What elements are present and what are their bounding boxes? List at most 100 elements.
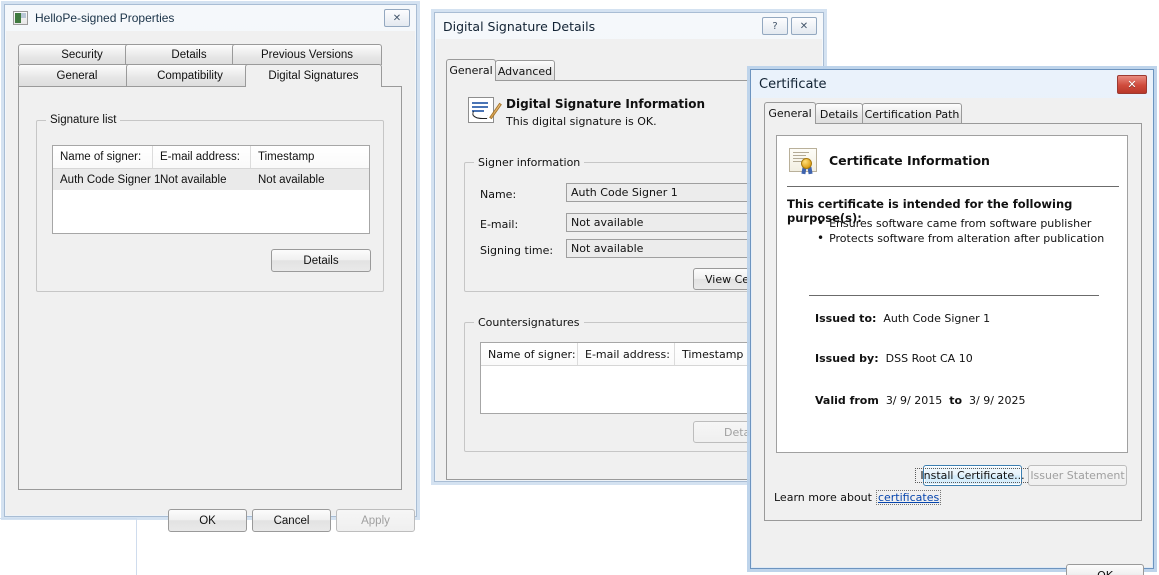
valid-from-label: Valid from xyxy=(815,394,879,407)
signature-list-header: Name of signer: E-mail address: Timestam… xyxy=(53,146,369,169)
button-label: OK xyxy=(1097,569,1113,575)
certificates-link[interactable]: certificates xyxy=(876,490,941,505)
file-properties-icon xyxy=(13,11,28,25)
divider xyxy=(809,295,1099,296)
signing-time-label: Signing time: xyxy=(480,244,553,257)
signing-time-value: Not available xyxy=(571,242,643,255)
tab-label: Previous Versions xyxy=(261,49,353,61)
tab-label: Certification Path xyxy=(865,108,960,121)
tab-general[interactable]: General xyxy=(18,64,136,86)
button-label: OK xyxy=(199,515,216,527)
signature-details-title: Digital Signature Details xyxy=(443,19,595,34)
background-line xyxy=(0,518,136,519)
divider xyxy=(787,186,1119,187)
learn-more-label: Learn more about xyxy=(774,491,872,504)
tab-digital-signatures[interactable]: Digital Signatures xyxy=(245,64,382,87)
issued-by-label: Issued by: xyxy=(815,352,879,365)
close-icon[interactable]: ✕ xyxy=(384,9,410,27)
tab-label: Digital Signatures xyxy=(268,70,358,82)
install-certificate-button[interactable]: Install Certificate... xyxy=(923,465,1022,486)
issued-to-row: Issued to: Auth Code Signer 1 xyxy=(815,312,990,325)
list-item: • Ensures software came from software pu… xyxy=(817,217,1117,230)
signature-list-group-label: Signature list xyxy=(46,114,120,126)
certificate-body: General Details Certification Path xyxy=(752,98,1152,567)
cell-timestamp: Not available xyxy=(251,169,369,190)
tab-label: Details xyxy=(820,108,858,121)
button-label: Cancel xyxy=(274,515,310,527)
bullet-icon: • xyxy=(817,217,824,229)
valid-to-label: to xyxy=(949,394,962,407)
column-header-name[interactable]: Name of signer: xyxy=(53,146,153,168)
screen: HelloPe-signed Properties ✕ Security Det… xyxy=(0,0,1159,575)
issued-to-value: Auth Code Signer 1 xyxy=(883,312,990,325)
tab-certification-path[interactable]: Certification Path xyxy=(862,103,962,124)
learn-more-row: Learn more about certificates xyxy=(774,490,941,505)
certificate-information-label: Certificate Information xyxy=(829,153,990,168)
cell-email: Not available xyxy=(153,169,251,190)
properties-dialog: HelloPe-signed Properties ✕ Security Det… xyxy=(4,4,417,517)
certificate-seal-icon xyxy=(789,148,817,172)
tab-label: General xyxy=(768,107,811,120)
table-row[interactable]: Auth Code Signer 1 Not available Not ava… xyxy=(53,169,369,190)
valid-to-value: 3/ 9/ 2025 xyxy=(969,394,1025,407)
tab-label: Compatibility xyxy=(157,70,223,82)
column-header-name[interactable]: Name of signer: xyxy=(481,343,578,365)
tab-label: Details xyxy=(171,49,206,61)
certificate-tabstrip: General Details Certification Path xyxy=(764,102,1094,124)
signature-details-button[interactable]: Details xyxy=(271,249,371,272)
tab-details[interactable]: Details xyxy=(815,103,863,124)
column-header-email[interactable]: E-mail address: xyxy=(578,343,675,365)
column-header-timestamp[interactable]: Timestamp xyxy=(251,146,369,168)
signature-list[interactable]: Name of signer: E-mail address: Timestam… xyxy=(52,145,370,234)
properties-titlebar: HelloPe-signed Properties ✕ xyxy=(5,5,416,31)
digital-signature-icon xyxy=(468,97,494,123)
background-line xyxy=(136,518,137,575)
button-label: Issuer Statement xyxy=(1030,469,1124,482)
purpose-text: Ensures software came from software publ… xyxy=(829,217,1091,230)
cell-name: Auth Code Signer 1 xyxy=(53,169,153,190)
column-header-email[interactable]: E-mail address: xyxy=(153,146,251,168)
certificate-dialog: Certificate ✕ General Details Certificat… xyxy=(750,69,1154,569)
tab-general[interactable]: General xyxy=(446,59,496,81)
cancel-button[interactable]: Cancel xyxy=(252,509,331,532)
ok-button[interactable]: OK xyxy=(1066,564,1144,575)
email-label: E-mail: xyxy=(480,218,518,231)
signer-information-group-label: Signer information xyxy=(474,156,584,169)
properties-title: HelloPe-signed Properties xyxy=(35,11,174,25)
properties-body: Security Details Previous Versions Gener… xyxy=(6,31,415,515)
issued-to-label: Issued to: xyxy=(815,312,876,325)
certificate-purpose-list: • Ensures software came from software pu… xyxy=(817,217,1117,247)
button-label: Install Certificate... xyxy=(915,468,1029,483)
button-label: Details xyxy=(303,255,338,267)
email-value: Not available xyxy=(571,216,643,229)
issued-by-value: DSS Root CA 10 xyxy=(886,352,973,365)
validity-row: Valid from 3/ 9/ 2015 to 3/ 9/ 2025 xyxy=(815,394,1025,407)
help-icon[interactable]: ? xyxy=(762,17,788,35)
bullet-icon: • xyxy=(817,232,824,244)
list-item: • Protects software from alteration afte… xyxy=(817,232,1117,245)
tab-advanced[interactable]: Advanced xyxy=(495,60,555,81)
countersignatures-group-label: Countersignatures xyxy=(474,316,584,329)
signature-info-heading: Digital Signature Information xyxy=(506,97,705,111)
close-icon[interactable]: ✕ xyxy=(1117,75,1147,94)
signature-details-titlebar: Digital Signature Details ? ✕ xyxy=(435,13,823,39)
tab-label: General xyxy=(449,64,492,77)
apply-button: Apply xyxy=(336,509,415,532)
signature-info-status: This digital signature is OK. xyxy=(506,115,657,128)
tab-general[interactable]: General xyxy=(764,102,816,124)
signature-list-group: Signature list Name of signer: E-mail ad… xyxy=(36,120,384,292)
tab-label: Advanced xyxy=(498,65,552,78)
ok-button[interactable]: OK xyxy=(168,509,247,532)
certificate-title: Certificate xyxy=(759,77,827,92)
tab-label: General xyxy=(57,70,98,82)
valid-from-value: 3/ 9/ 2015 xyxy=(886,394,942,407)
button-label: Apply xyxy=(361,515,390,527)
properties-tabstrip: Security Details Previous Versions Gener… xyxy=(18,44,402,88)
tab-compatibility[interactable]: Compatibility xyxy=(126,64,254,86)
issuer-statement-button: Issuer Statement xyxy=(1028,465,1127,486)
tab-previous-versions[interactable]: Previous Versions xyxy=(232,44,382,65)
close-icon[interactable]: ✕ xyxy=(791,17,817,35)
name-value: Auth Code Signer 1 xyxy=(571,186,678,199)
name-label: Name: xyxy=(480,188,516,201)
signature-details-tabstrip: General Advanced xyxy=(446,59,746,81)
